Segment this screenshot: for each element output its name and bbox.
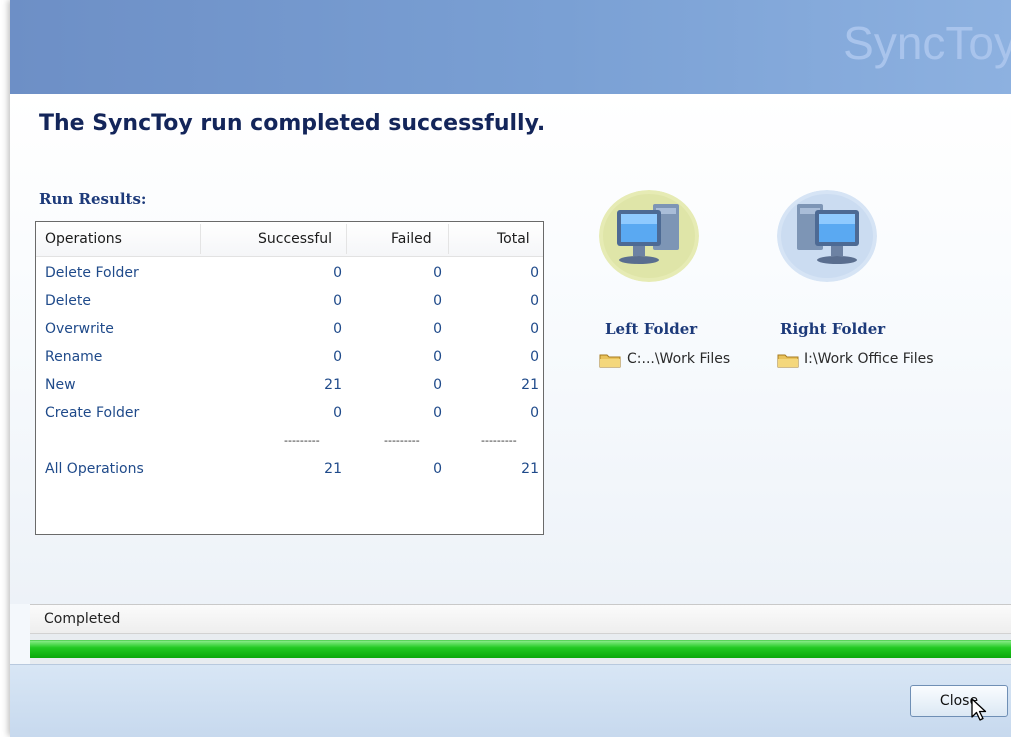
column-divider	[200, 224, 201, 254]
total-count: 0	[530, 293, 539, 309]
table-row: Delete Folder 0 0 0	[36, 262, 543, 290]
table-row: Overwrite 0 0 0	[36, 318, 543, 346]
operation-name: Overwrite	[45, 321, 114, 337]
left-computer-icon	[599, 190, 699, 282]
separator-dashes: ---------	[384, 434, 420, 447]
progress-bar	[30, 634, 1011, 664]
successful-count: 0	[333, 349, 342, 365]
successful-count: 0	[333, 405, 342, 421]
right-computer-icon	[777, 190, 877, 282]
operation-name: All Operations	[45, 461, 144, 477]
successful-count: 0	[333, 265, 342, 281]
column-divider	[448, 224, 449, 254]
column-divider	[346, 224, 347, 254]
page-title: The SyncToy run completed successfully.	[39, 111, 546, 136]
separator-dashes: ---------	[481, 434, 517, 447]
operation-name: Delete	[45, 293, 91, 309]
failed-count: 0	[433, 321, 442, 337]
operation-name: Delete Folder	[45, 265, 139, 281]
column-header-total[interactable]: Total	[497, 231, 530, 247]
right-folder-icon	[777, 354, 799, 368]
status-text: Completed	[44, 611, 121, 627]
total-count: 0	[530, 265, 539, 281]
total-count: 21	[521, 377, 539, 393]
successful-count: 0	[333, 293, 342, 309]
footer: Close	[10, 664, 1011, 737]
table-row: New 21 0 21	[36, 374, 543, 402]
total-count: 0	[530, 321, 539, 337]
close-button[interactable]: Close	[910, 685, 1008, 717]
successful-count: 0	[333, 321, 342, 337]
total-count: 21	[521, 461, 539, 477]
results-table[interactable]: Operations Successful Failed Total Delet…	[35, 221, 544, 535]
successful-count: 21	[324, 461, 342, 477]
banner: SyncToy	[10, 0, 1011, 94]
failed-count: 0	[433, 349, 442, 365]
failed-count: 0	[433, 461, 442, 477]
results-panel: The SyncToy run completed successfully. …	[10, 94, 1011, 604]
run-results-label: Run Results:	[39, 190, 147, 208]
failed-count: 0	[433, 377, 442, 393]
total-count: 0	[530, 349, 539, 365]
results-table-header: Operations Successful Failed Total	[36, 222, 543, 257]
operation-name: New	[45, 377, 76, 393]
failed-count: 0	[433, 293, 442, 309]
right-folder-title: Right Folder	[780, 320, 886, 338]
total-count: 0	[530, 405, 539, 421]
operation-name: Rename	[45, 349, 103, 365]
successful-count: 21	[324, 377, 342, 393]
table-row: Create Folder 0 0 0	[36, 402, 543, 430]
separator-dashes: ---------	[284, 434, 320, 447]
left-folder-path[interactable]: C:...\Work Files	[627, 351, 730, 367]
brand-logo: SyncToy	[843, 17, 1011, 69]
left-folder-title: Left Folder	[605, 320, 698, 338]
table-row: Delete 0 0 0	[36, 290, 543, 318]
column-header-successful[interactable]: Successful	[258, 231, 332, 247]
progress-fill	[30, 640, 1011, 658]
status-bar: Completed	[30, 604, 1011, 634]
failed-count: 0	[433, 265, 442, 281]
mouse-pointer-icon	[971, 698, 987, 721]
column-header-failed[interactable]: Failed	[391, 231, 432, 247]
column-header-operations[interactable]: Operations	[45, 231, 122, 247]
synctoy-window: SyncToy The SyncToy run completed succes…	[10, 0, 1011, 737]
failed-count: 0	[433, 405, 442, 421]
table-row: Rename 0 0 0	[36, 346, 543, 374]
operation-name: Create Folder	[45, 405, 140, 421]
right-folder-path[interactable]: I:\Work Office Files	[804, 351, 934, 367]
summary-row: All Operations 21 0 21	[36, 458, 543, 486]
left-folder-icon	[599, 354, 621, 368]
